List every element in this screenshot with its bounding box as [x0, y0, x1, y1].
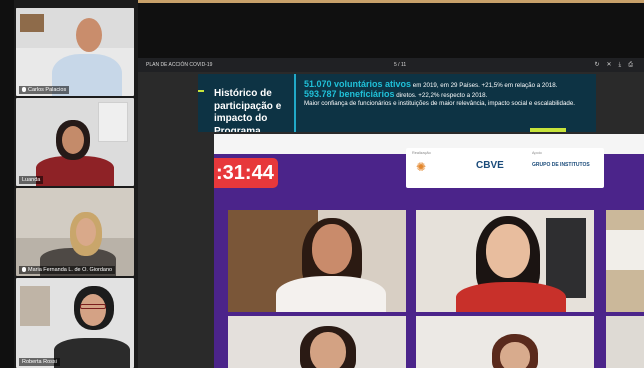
participant-body [456, 282, 566, 312]
participant-tile[interactable]: Carlos Palacios [16, 8, 134, 96]
room-background [606, 230, 644, 270]
video-tile[interactable] [606, 210, 644, 312]
participant-face [76, 18, 102, 52]
participant-face [500, 342, 530, 368]
video-tile[interactable] [416, 316, 594, 368]
video-tile[interactable] [228, 210, 406, 312]
participant-face [80, 294, 106, 326]
participant-face [486, 224, 530, 278]
window-toolbar: ↻✕⤓⎙ [594, 61, 640, 69]
page-indicator: 5 / 11 [394, 62, 407, 68]
participant-tile[interactable]: Maria Fernanda L. de O. Giordano [16, 188, 134, 276]
participant-strip: Carlos Palacios Luanda Maria Fernanda L.… [0, 0, 138, 368]
participant-tile[interactable]: Roberta Rossi [16, 278, 134, 368]
participant-name: Carlos Palacios [19, 86, 70, 94]
presentation-slide: Histórico de participação e impacto do P… [198, 74, 596, 132]
participant-face [62, 126, 84, 154]
participant-name: Roberta Rossi [19, 358, 60, 366]
wall-cabinet [98, 102, 128, 142]
participant-face [76, 218, 96, 246]
strip-edge [0, 0, 14, 368]
refresh-icon[interactable]: ↻ [594, 62, 606, 68]
sponsor-label: Apoio [532, 151, 542, 155]
video-tile[interactable] [606, 316, 644, 368]
mic-muted-icon [22, 267, 26, 273]
participant-face [312, 224, 352, 274]
mic-muted-icon [22, 87, 26, 93]
slide-bullet [198, 90, 204, 92]
wall-art [20, 286, 50, 326]
meeting-window[interactable]: :31:44 Realização Apoio ✺ CBVE GRUPO DE … [214, 134, 644, 368]
wall-picture [20, 14, 44, 32]
video-call-screen: Carlos Palacios Luanda Maria Fernanda L.… [0, 0, 644, 368]
participant-body [36, 156, 114, 186]
participant-body [54, 338, 130, 368]
video-tile[interactable] [228, 316, 406, 368]
print-icon[interactable]: ⎙ [628, 62, 640, 68]
slide-divider [294, 74, 296, 132]
participant-tile[interactable]: Luanda [16, 98, 134, 186]
institutes-logo: GRUPO DE INSTITUTOS [532, 162, 590, 168]
sponsor-label: Realização [412, 151, 431, 155]
slide-stat-2: 593.787 beneficiários diretos. +22,2% re… [304, 89, 488, 100]
slide-text: 51.070 voluntários ativos em 2019, em 29… [304, 80, 594, 108]
slide-stat-3: Maior confiança de funcionários e instit… [304, 100, 576, 107]
cbve-logo: CBVE [476, 160, 504, 171]
slide-badge [530, 128, 566, 132]
countdown-timer: :31:44 [214, 158, 278, 188]
close-icon[interactable]: ✕ [607, 62, 619, 68]
video-tile[interactable] [416, 210, 594, 312]
participant-body [276, 276, 386, 312]
glasses-icon [80, 304, 106, 309]
sponsor-banner: Realização Apoio ✺ CBVE GRUPO DE INSTITU… [406, 148, 604, 188]
participant-name: Luanda [19, 176, 44, 184]
window-title: PLAN DE ACCIÓN COVID-19 [146, 62, 213, 68]
window-titlebar: PLAN DE ACCIÓN COVID-19 5 / 11 ↻✕⤓⎙ [138, 58, 644, 72]
download-icon[interactable]: ⤓ [619, 62, 629, 68]
participant-name: Maria Fernanda L. de O. Giordano [19, 266, 116, 274]
participant-face [310, 332, 346, 368]
slide-heading: Histórico de participação e impacto do P… [214, 88, 282, 132]
partner-logo-icon: ✺ [416, 160, 427, 174]
